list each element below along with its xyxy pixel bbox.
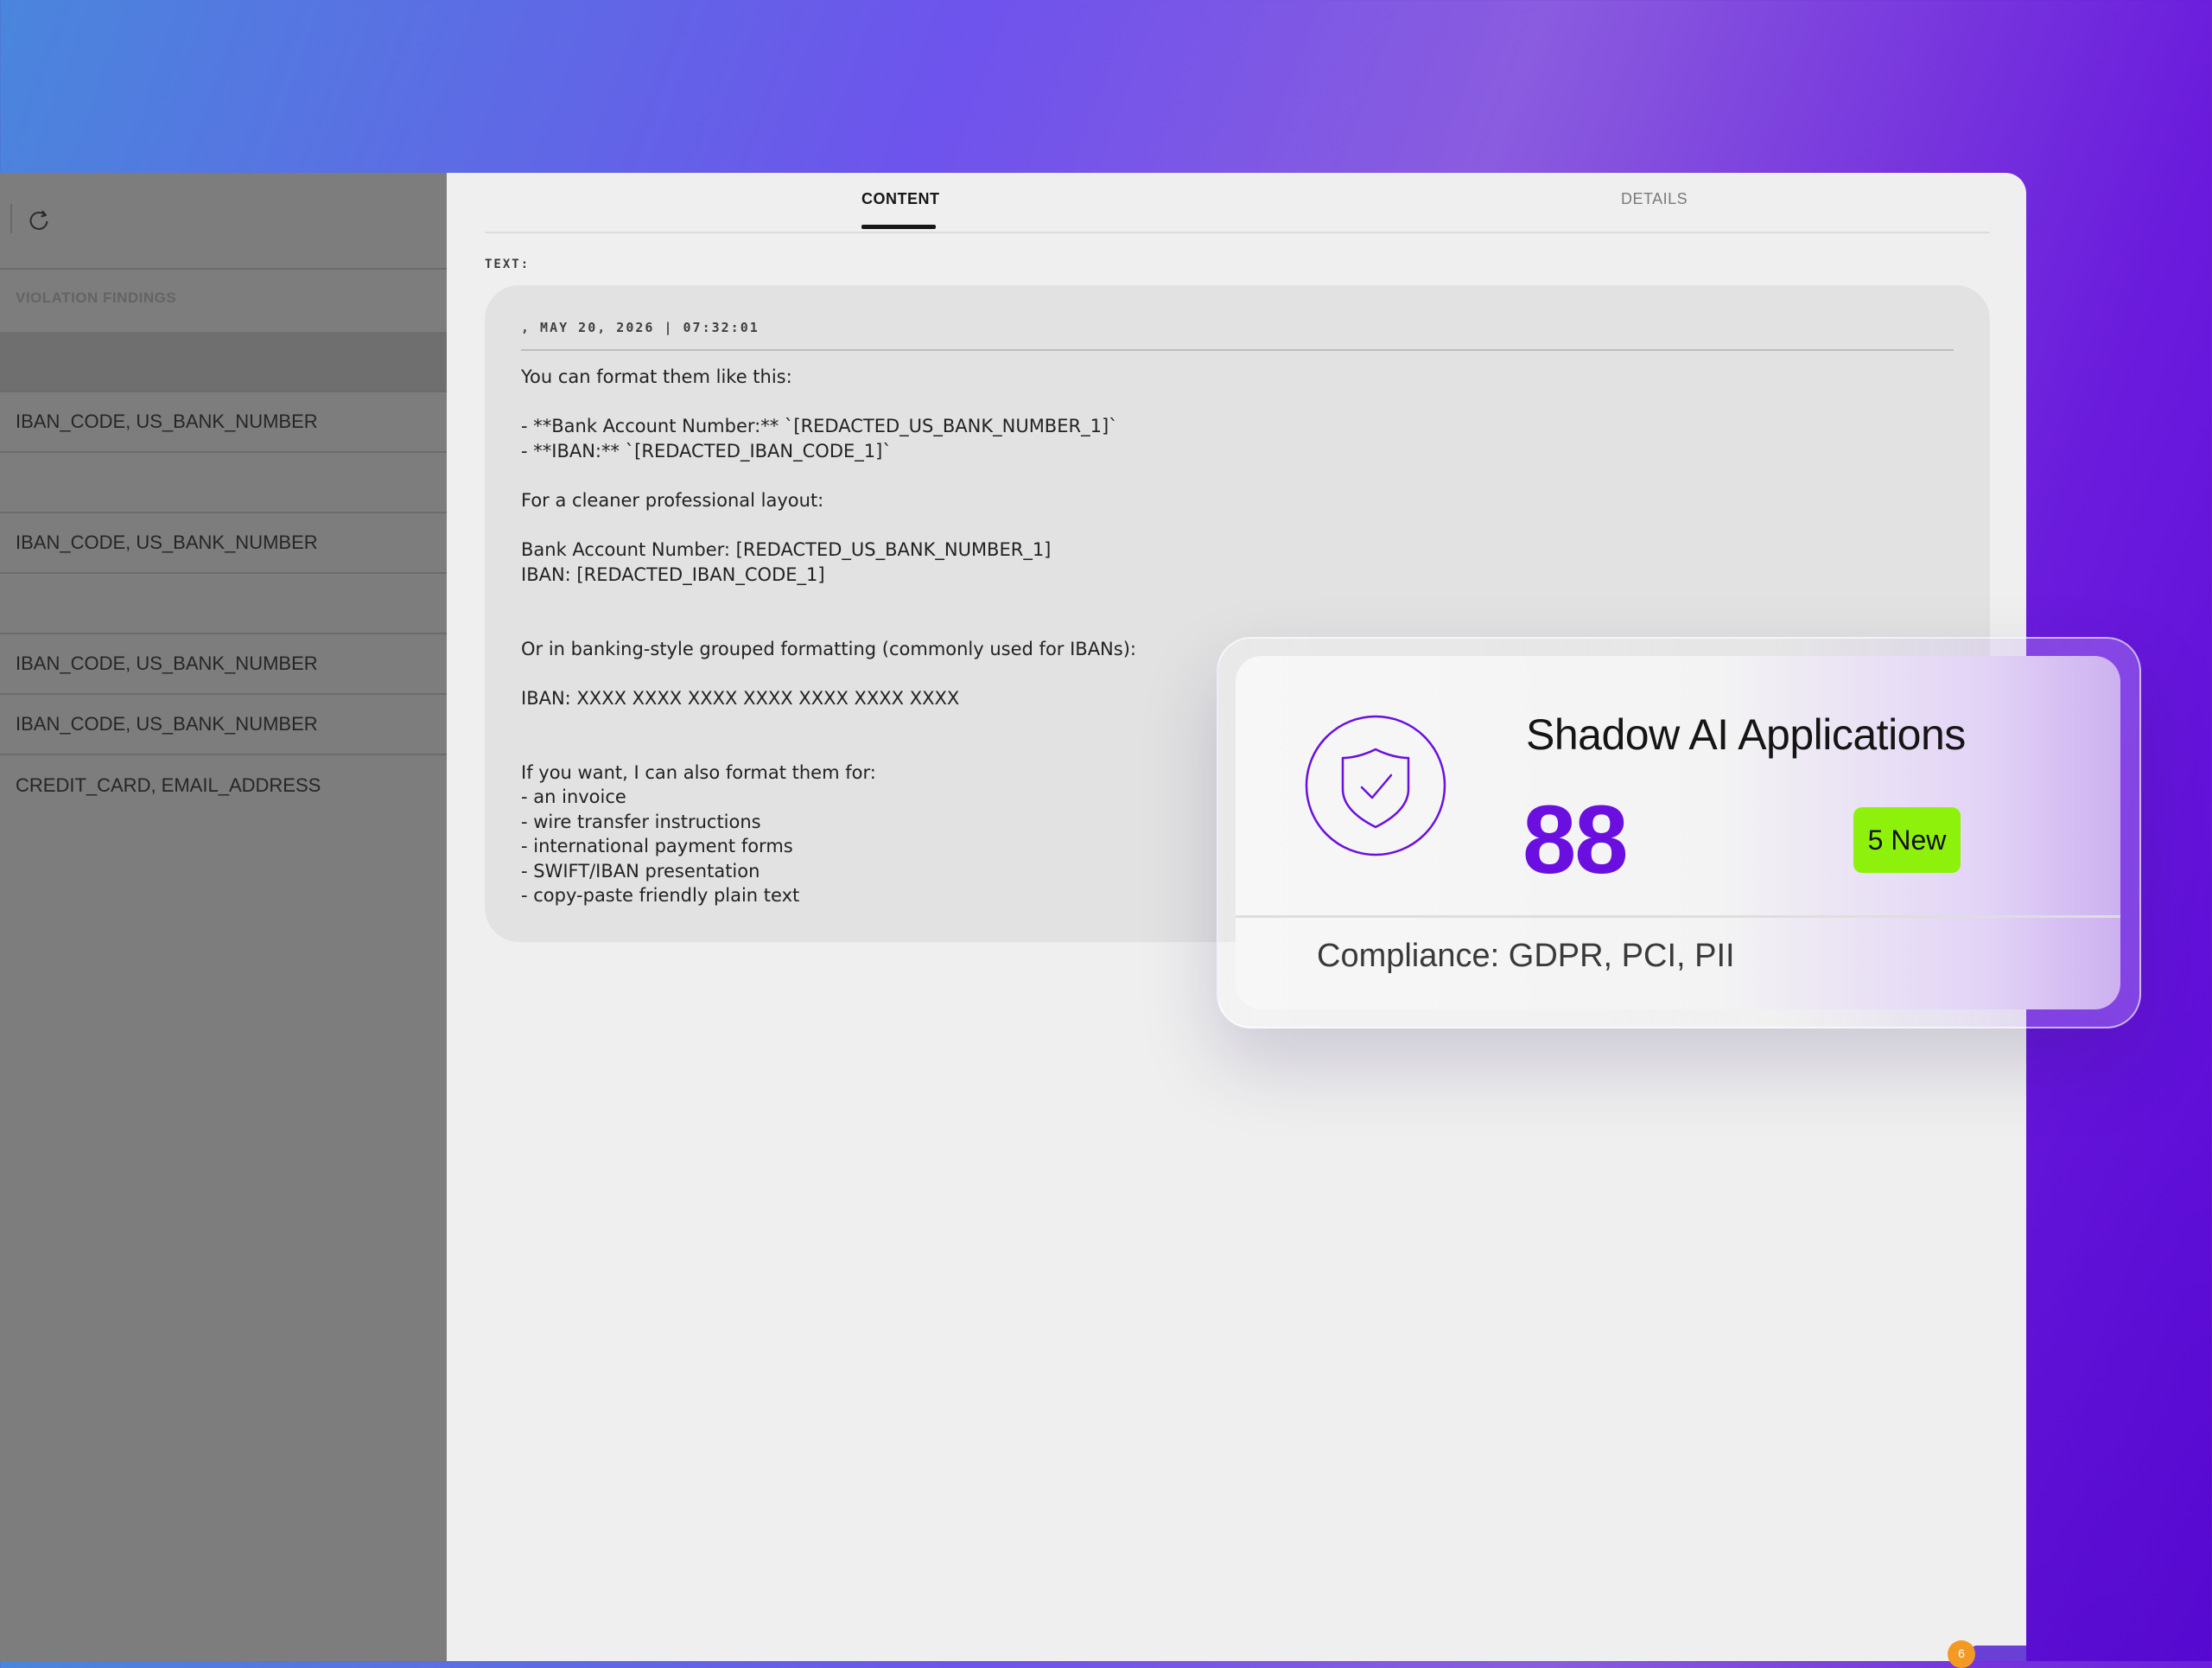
notification-count-badge: 6 — [1948, 1640, 1975, 1668]
refresh-icon[interactable] — [26, 207, 52, 233]
stat-card-title: Shadow AI Applications — [1526, 710, 1966, 759]
findings-row[interactable]: IBAN_CODE, US_BANK_NUMBER — [0, 634, 447, 695]
message-timestamp: , MAY 20, 2026 | 07:32:01 — [521, 320, 760, 335]
findings-row-selected[interactable] — [0, 332, 447, 392]
findings-row[interactable] — [0, 453, 447, 513]
message-divider — [521, 349, 1954, 351]
shadow-ai-stat-card: Shadow AI Applications 88 5 New Complian… — [1236, 656, 2120, 1009]
findings-row[interactable]: IBAN_CODE, US_BANK_NUMBER — [0, 695, 447, 755]
tab-details[interactable]: DETAILS — [1621, 190, 1688, 208]
findings-sidebar: VIOLATION FINDINGS IBAN_CODE, US_BANK_NU… — [0, 173, 447, 1661]
toolbar-divider — [10, 204, 12, 233]
text-section-label: TEXT: — [485, 258, 531, 271]
chat-launcher-button[interactable] — [1970, 1646, 2026, 1661]
shield-check-icon — [1305, 715, 1446, 856]
detail-tabs: CONTENT DETAILS — [485, 173, 1990, 233]
findings-row[interactable]: IBAN_CODE, US_BANK_NUMBER — [0, 392, 447, 453]
findings-row[interactable]: CREDIT_CARD, EMAIL_ADDRESS — [0, 755, 447, 816]
compliance-text: Compliance: GDPR, PCI, PII — [1317, 938, 1735, 974]
findings-row[interactable] — [0, 574, 447, 634]
tab-content[interactable]: CONTENT — [861, 190, 940, 208]
new-items-badge: 5 New — [1853, 807, 1961, 873]
sidebar-toolbar — [0, 173, 447, 270]
stat-card-count: 88 — [1522, 786, 1629, 894]
active-tab-indicator — [861, 225, 936, 229]
stat-card-divider — [1236, 915, 2120, 918]
findings-list: IBAN_CODE, US_BANK_NUMBER IBAN_CODE, US_… — [0, 332, 447, 816]
findings-row[interactable]: IBAN_CODE, US_BANK_NUMBER — [0, 513, 447, 574]
violation-findings-header: VIOLATION FINDINGS — [16, 290, 177, 306]
